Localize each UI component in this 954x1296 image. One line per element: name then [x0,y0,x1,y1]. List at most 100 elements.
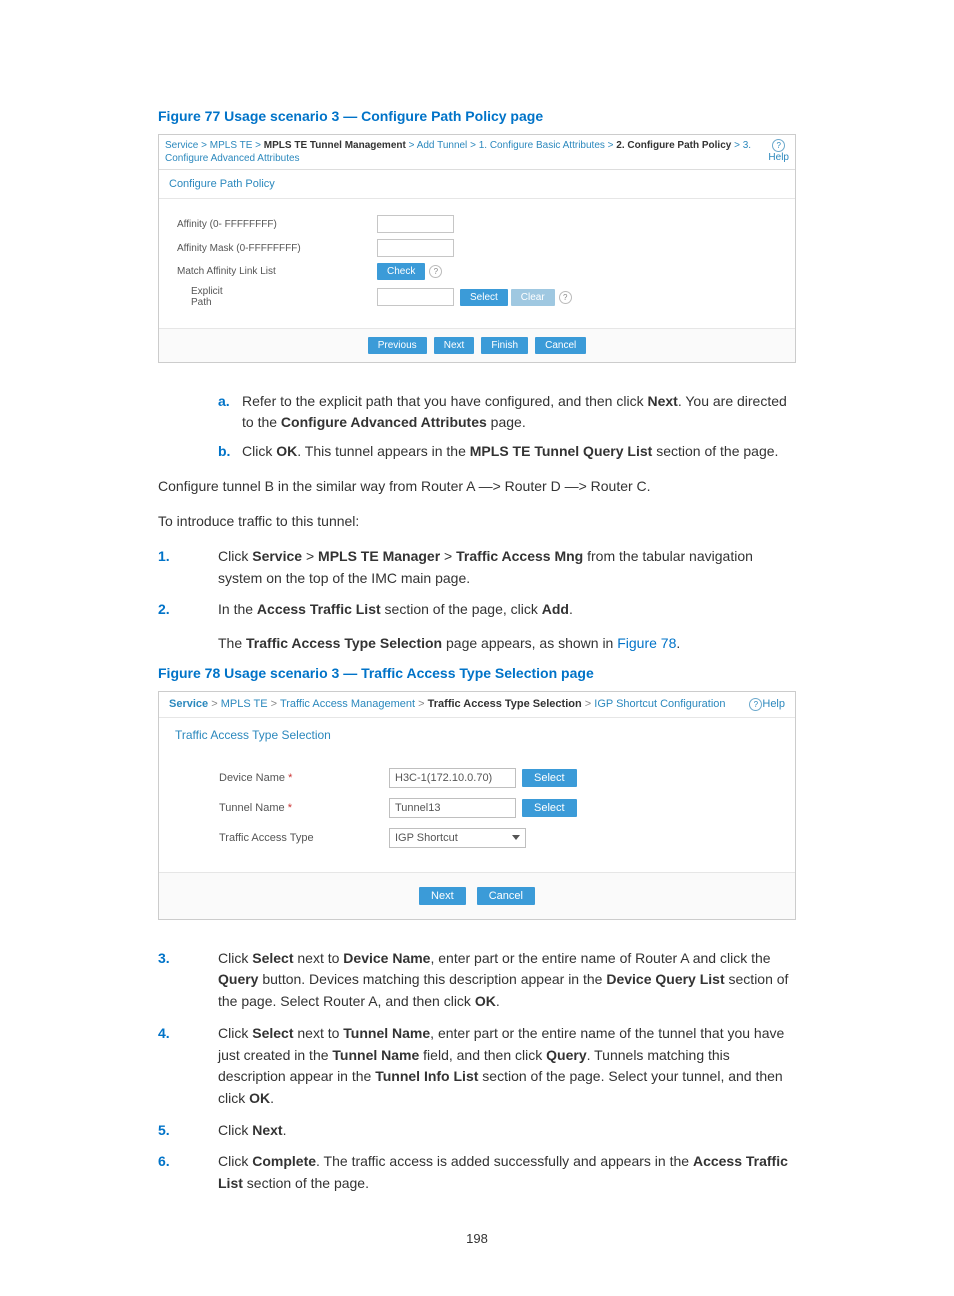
step-marker: 1. [158,546,218,568]
explicit-path-label: Explicit Path [177,286,377,308]
select-button[interactable]: Select [522,799,577,817]
text: next to [293,1025,343,1041]
step-2: 2.In the Access Traffic List section of … [158,599,796,654]
help-label: Help [768,152,789,163]
text: > [302,548,318,564]
text: . [496,993,500,1009]
next-button[interactable]: Next [419,887,466,905]
bold-query: Query [218,971,258,987]
traffic-access-type-label: Traffic Access Type [219,832,389,844]
step-marker: 6. [158,1151,218,1173]
crumb-mpls-te[interactable]: MPLS TE [221,698,268,710]
tunnel-name-input[interactable]: Tunnel13 [389,798,516,818]
bold-access-traffic-list: Access Traffic List [257,601,381,617]
crumb-traffic-access-mgmt[interactable]: Traffic Access Management [280,698,415,710]
bold-device-name: Device Name [343,950,430,966]
breadcrumb: Service > MPLS TE > Traffic Access Manag… [169,698,726,710]
text: . [569,601,573,617]
text: . [283,1122,287,1138]
text: Click [218,1122,252,1138]
text: Click [218,950,252,966]
panel-title: Traffic Access Type Selection [159,717,795,754]
bold-complete: Complete [252,1153,316,1169]
step-b: b.Click OK. This tunnel appears in the M… [218,441,796,462]
figure-78-link[interactable]: Figure 78 [617,635,676,651]
help-link[interactable]: ? Help [768,139,789,163]
crumb-add-tunnel[interactable]: Add Tunnel [417,140,468,151]
bold-ok: OK [276,443,297,459]
bold-select: Select [252,950,293,966]
explicit-path-input[interactable] [377,288,454,306]
cancel-button[interactable]: Cancel [535,337,586,354]
text: field, and then click [419,1047,546,1063]
step-marker: 4. [158,1023,218,1045]
text: > [440,548,456,564]
text: Click [242,443,276,459]
previous-button[interactable]: Previous [368,337,427,354]
crumb-service[interactable]: Service [165,140,198,151]
check-button[interactable]: Check [377,263,425,280]
select-button[interactable]: Select [460,289,508,306]
bold-query: Query [546,1047,586,1063]
text: Refer to the explicit path that you have… [242,393,647,409]
letter-steps: a.Refer to the explicit path that you ha… [218,391,796,462]
panel-title: Configure Path Policy [159,170,795,199]
bold-add: Add [542,601,569,617]
select-value: IGP Shortcut [395,829,458,847]
step-marker: 2. [158,599,218,621]
step-5: 5.Click Next. [158,1120,796,1142]
affinity-label: Affinity (0- FFFFFFFF) [177,219,377,230]
bold-tunnel-name: Tunnel Name [343,1025,430,1041]
text: page appears, as shown in [442,635,617,651]
bold-next: Next [252,1122,282,1138]
crumb-igp-shortcut[interactable]: IGP Shortcut Configuration [594,698,725,710]
step-marker: 5. [158,1120,218,1142]
number-steps-bottom: 3.Click Select next to Device Name, ente… [158,948,796,1195]
wizard-button-row: Next Cancel [159,872,795,919]
device-name-input[interactable]: H3C-1(172.10.0.70) [389,768,516,788]
device-name-label: Device Name * [219,772,389,784]
crumb-mpls-te[interactable]: MPLS TE [210,140,253,151]
traffic-access-type-select[interactable]: IGP Shortcut [389,828,526,848]
text: , enter part or the entire name of Route… [430,950,770,966]
next-button[interactable]: Next [434,337,475,354]
bold-service: Service [252,548,302,564]
bold-ok: OK [475,993,496,1009]
crumb-basic-attrs[interactable]: 1. Configure Basic Attributes [479,140,605,151]
figure-78-screenshot: Service > MPLS TE > Traffic Access Manag… [158,691,796,920]
text: section of the page, click [381,601,542,617]
bold-tunnel-info-list: Tunnel Info List [375,1068,478,1084]
page-number: 198 [158,1231,796,1246]
bold-device-query-list: Device Query List [606,971,724,987]
crumb-tunnel-mgmt[interactable]: MPLS TE Tunnel Management [264,140,406,151]
step-a: a.Refer to the explicit path that you ha… [218,391,796,433]
help-icon[interactable]: ? [429,265,442,278]
text: Click [218,548,252,564]
text: . [270,1090,274,1106]
text: section of the page. [243,1175,369,1191]
step-3: 3.Click Select next to Device Name, ente… [158,948,796,1013]
figure-77-caption: Figure 77 Usage scenario 3 — Configure P… [158,108,796,124]
paragraph: To introduce traffic to this tunnel: [158,511,796,532]
cancel-button[interactable]: Cancel [477,887,535,905]
affinity-mask-input[interactable] [377,239,454,257]
affinity-mask-label: Affinity Mask (0-FFFFFFFF) [177,243,377,254]
text: . [676,635,680,651]
bold-configure-advanced: Configure Advanced Attributes [281,414,487,430]
text: button. Devices matching this descriptio… [258,971,606,987]
text: next to [293,950,343,966]
finish-button[interactable]: Finish [481,337,528,354]
tunnel-name-label: Tunnel Name * [219,802,389,814]
bold-ok: OK [249,1090,270,1106]
text: . This tunnel appears in the [297,443,470,459]
help-link[interactable]: ?Help [749,698,785,711]
text: section of the page. [652,443,778,459]
text: . The traffic access is added successful… [316,1153,693,1169]
help-icon[interactable]: ? [559,291,572,304]
select-button[interactable]: Select [522,769,577,787]
crumb-service[interactable]: Service [169,698,208,710]
match-linklist-label: Match Affinity Link List [177,266,377,277]
step-b-marker: b. [218,441,242,462]
affinity-input[interactable] [377,215,454,233]
clear-button[interactable]: Clear [511,289,555,306]
